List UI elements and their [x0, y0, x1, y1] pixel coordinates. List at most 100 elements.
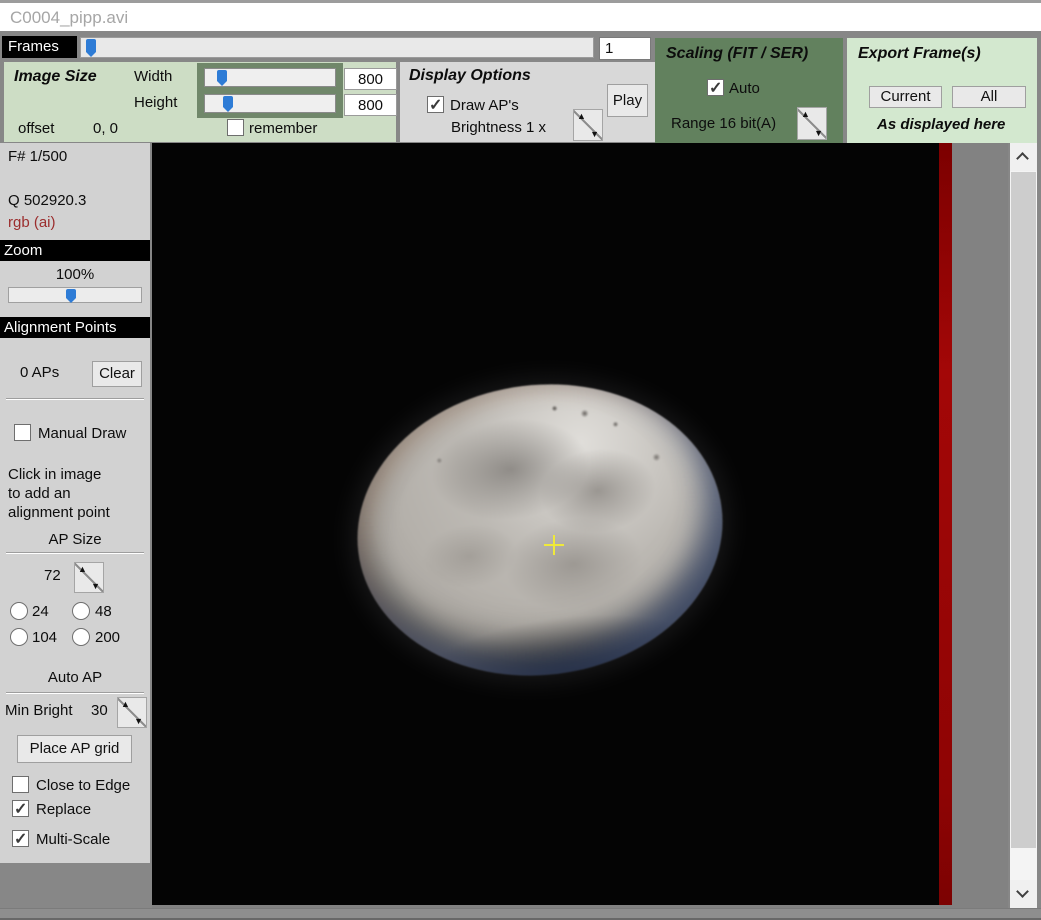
ap-count-text: 0 APs [20, 364, 59, 381]
app-window: C0004_pipp.avi Frames 1 Image Size Width… [0, 0, 1041, 920]
vertical-scrollbar[interactable] [1010, 143, 1037, 908]
height-slider[interactable] [204, 94, 336, 113]
width-value-input[interactable]: 800 [344, 68, 397, 90]
close-to-edge-label: Close to Edge [36, 777, 130, 794]
auto-label: Auto [729, 80, 760, 97]
brightness-label: Brightness 1 x [451, 119, 546, 136]
clear-button[interactable]: Clear [92, 361, 142, 387]
draw-aps-checkbox[interactable] [427, 96, 444, 113]
height-label: Height [134, 94, 177, 111]
spinner-up-icon[interactable]: ▲ [801, 109, 810, 119]
ap-size-radio-48[interactable] [72, 602, 90, 620]
scroll-down-button[interactable] [1010, 880, 1037, 908]
replace-checkbox[interactable] [12, 800, 29, 817]
hint-line3: alignment point [8, 504, 110, 521]
width-label: Width [134, 68, 172, 85]
window-title: C0004_pipp.avi [10, 8, 128, 28]
manual-draw-checkbox[interactable] [14, 424, 31, 441]
moon-image [341, 364, 740, 696]
hint-line1: Click in image [8, 466, 101, 483]
ap-size-radio-104[interactable] [10, 628, 28, 646]
title-bar: C0004_pipp.avi [0, 0, 1041, 31]
zoom-slider-thumb[interactable] [66, 289, 76, 298]
range-label: Range 16 bit(A) [671, 115, 776, 132]
range-spinner[interactable]: ▲ ▼ [797, 107, 827, 140]
fnumber-text: F# 1/500 [8, 148, 67, 165]
offset-value: 0, 0 [93, 120, 118, 137]
place-ap-grid-button[interactable]: Place AP grid [17, 735, 132, 763]
zoom-header: Zoom [0, 240, 150, 261]
height-value-input[interactable]: 800 [344, 94, 397, 116]
frames-label: Frames [2, 36, 77, 58]
remember-label: remember [249, 120, 317, 137]
display-options-title: Display Options [409, 67, 531, 85]
spinner-down-icon[interactable]: ▼ [814, 128, 823, 138]
chevron-down-icon [1016, 885, 1029, 898]
radio-label-200: 200 [95, 629, 120, 646]
scrollbar-thumb[interactable] [1011, 172, 1036, 848]
image-size-section: Image Size Width Height 800 800 offset 0… [4, 62, 396, 142]
frames-value-input[interactable]: 1 [599, 37, 651, 60]
spinner-up-icon[interactable]: ▲ [121, 699, 130, 709]
close-to-edge-checkbox[interactable] [12, 776, 29, 793]
play-button[interactable]: Play [607, 84, 648, 117]
remember-checkbox[interactable] [227, 119, 244, 136]
ap-size-label: AP Size [0, 531, 150, 548]
quality-text: Q 502920.3 [8, 192, 86, 209]
offset-label: offset [18, 120, 54, 137]
ap-size-radio-24[interactable] [10, 602, 28, 620]
ap-size-spinner[interactable]: ▲ ▼ [74, 562, 104, 593]
height-slider-thumb[interactable] [223, 96, 233, 107]
min-bright-spinner[interactable]: ▲ ▼ [117, 697, 147, 728]
zoom-value: 100% [0, 266, 150, 283]
auto-ap-label: Auto AP [0, 669, 150, 686]
frames-slider[interactable] [80, 37, 594, 58]
scroll-up-button[interactable] [1010, 143, 1037, 171]
replace-label: Replace [36, 801, 91, 818]
auto-checkbox[interactable] [707, 79, 724, 96]
image-size-title: Image Size [14, 68, 97, 86]
frames-slider-thumb[interactable] [86, 39, 96, 52]
bottom-edge [0, 908, 1041, 920]
image-viewport [152, 143, 1008, 908]
divider [6, 692, 144, 694]
export-title: Export Frame(s) [858, 45, 981, 63]
sidebar-panel: F# 1/500 Q 502920.3 rgb (ai) Zoom 100% A… [0, 143, 150, 863]
crosshair-icon [553, 535, 555, 555]
scaling-title: Scaling (FIT / SER) [666, 45, 808, 63]
hint-line2: to add an [8, 485, 71, 502]
spinner-up-icon[interactable]: ▲ [78, 564, 87, 574]
radio-label-48: 48 [95, 603, 112, 620]
draw-aps-label: Draw AP's [450, 97, 519, 114]
ap-size-radio-200[interactable] [72, 628, 90, 646]
size-slider-box [197, 63, 343, 118]
manual-draw-label: Manual Draw [38, 425, 126, 442]
export-current-button[interactable]: Current [869, 86, 942, 108]
display-options-section: Display Options Draw AP's Brightness 1 x… [400, 62, 655, 142]
spinner-down-icon[interactable]: ▼ [91, 581, 100, 591]
divider [6, 398, 144, 400]
divider [6, 552, 144, 554]
ap-size-value: 72 [44, 567, 61, 584]
video-frame-canvas[interactable] [152, 143, 952, 905]
spinner-up-icon[interactable]: ▲ [577, 111, 586, 121]
radio-label-24: 24 [32, 603, 49, 620]
alignment-points-header: Alignment Points [0, 317, 150, 338]
chevron-up-icon [1016, 152, 1029, 165]
radio-label-104: 104 [32, 629, 57, 646]
scaling-section: Scaling (FIT / SER) Auto Range 16 bit(A)… [655, 38, 843, 143]
zoom-slider[interactable] [8, 287, 142, 303]
min-bright-label: Min Bright [5, 702, 73, 719]
spinner-down-icon[interactable]: ▼ [134, 716, 143, 726]
export-all-button[interactable]: All [952, 86, 1026, 108]
width-slider-thumb[interactable] [217, 70, 227, 81]
width-slider[interactable] [204, 68, 336, 87]
multi-scale-checkbox[interactable] [12, 830, 29, 847]
colormode-text: rgb (ai) [8, 214, 56, 231]
frame-edge-artifact [939, 143, 952, 905]
min-bright-value: 30 [91, 702, 108, 719]
spinner-down-icon[interactable]: ▼ [590, 129, 599, 139]
export-section: Export Frame(s) Current All As displayed… [847, 38, 1037, 143]
brightness-spinner[interactable]: ▲ ▼ [573, 109, 603, 141]
export-note: As displayed here [877, 116, 1005, 133]
